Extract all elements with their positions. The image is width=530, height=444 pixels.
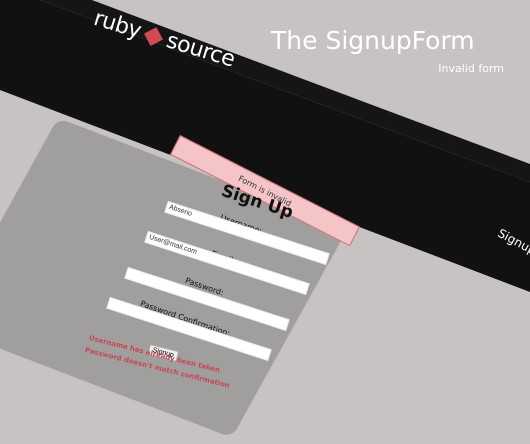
site-logo[interactable]: ruby source [91, 6, 238, 73]
logo-ruby-text: ruby [90, 6, 144, 44]
logo-source-text: source [163, 28, 238, 73]
page-title: The SignupForm [271, 26, 475, 55]
ruby-gem-icon [144, 26, 164, 46]
header-nav-signup[interactable]: Signup [495, 226, 530, 258]
page-subtitle: Invalid form [438, 62, 504, 75]
signup-card [0, 118, 348, 438]
page-stage: ruby source Signup The SignupForm Invali… [0, 0, 530, 444]
